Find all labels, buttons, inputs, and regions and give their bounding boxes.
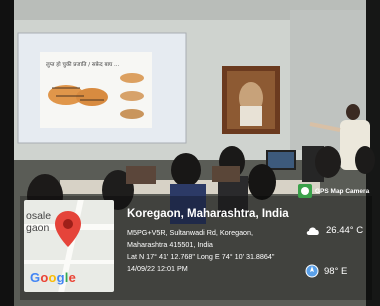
map-place-label: gaon <box>26 222 50 234</box>
location-pin-icon <box>55 211 81 247</box>
gps-map-camera-badge: GPS Map Camera <box>298 184 369 198</box>
address-line-1: M5PG+V5R, Sultanwadi Rd, Koregaon, <box>127 228 254 237</box>
coordinates: Lat N 17° 41' 12.768" Long E 74° 10' 31.… <box>127 252 275 261</box>
wind-readout: 98° E <box>305 264 347 278</box>
wind-value: 98° E <box>324 265 348 277</box>
gps-badge-label: GPS Map Camera <box>315 187 370 195</box>
camera-icon <box>298 184 312 198</box>
temperature-value: 26.44° C <box>326 224 364 236</box>
map-place-label: osale <box>26 210 52 222</box>
compass-icon <box>305 264 319 278</box>
photo-frame: लुप्त हो चुकी प्रजाति / सफ़ेद बाघ ... os… <box>0 0 380 306</box>
svg-text:लुप्त हो चुकी प्रजाति / सफ़ेद: लुप्त हो चुकी प्रजाति / सफ़ेद बाघ ... <box>46 61 120 68</box>
address-line-2: Maharashtra 415501, India <box>127 240 213 249</box>
google-logo: Google <box>30 270 77 285</box>
datetime: 14/09/22 12:01 PM <box>127 264 188 273</box>
temperature-readout: 26.44° C <box>305 223 363 237</box>
weather-cloud-icon <box>306 227 319 235</box>
location-title: Koregaon, Maharashtra, India <box>127 208 289 220</box>
